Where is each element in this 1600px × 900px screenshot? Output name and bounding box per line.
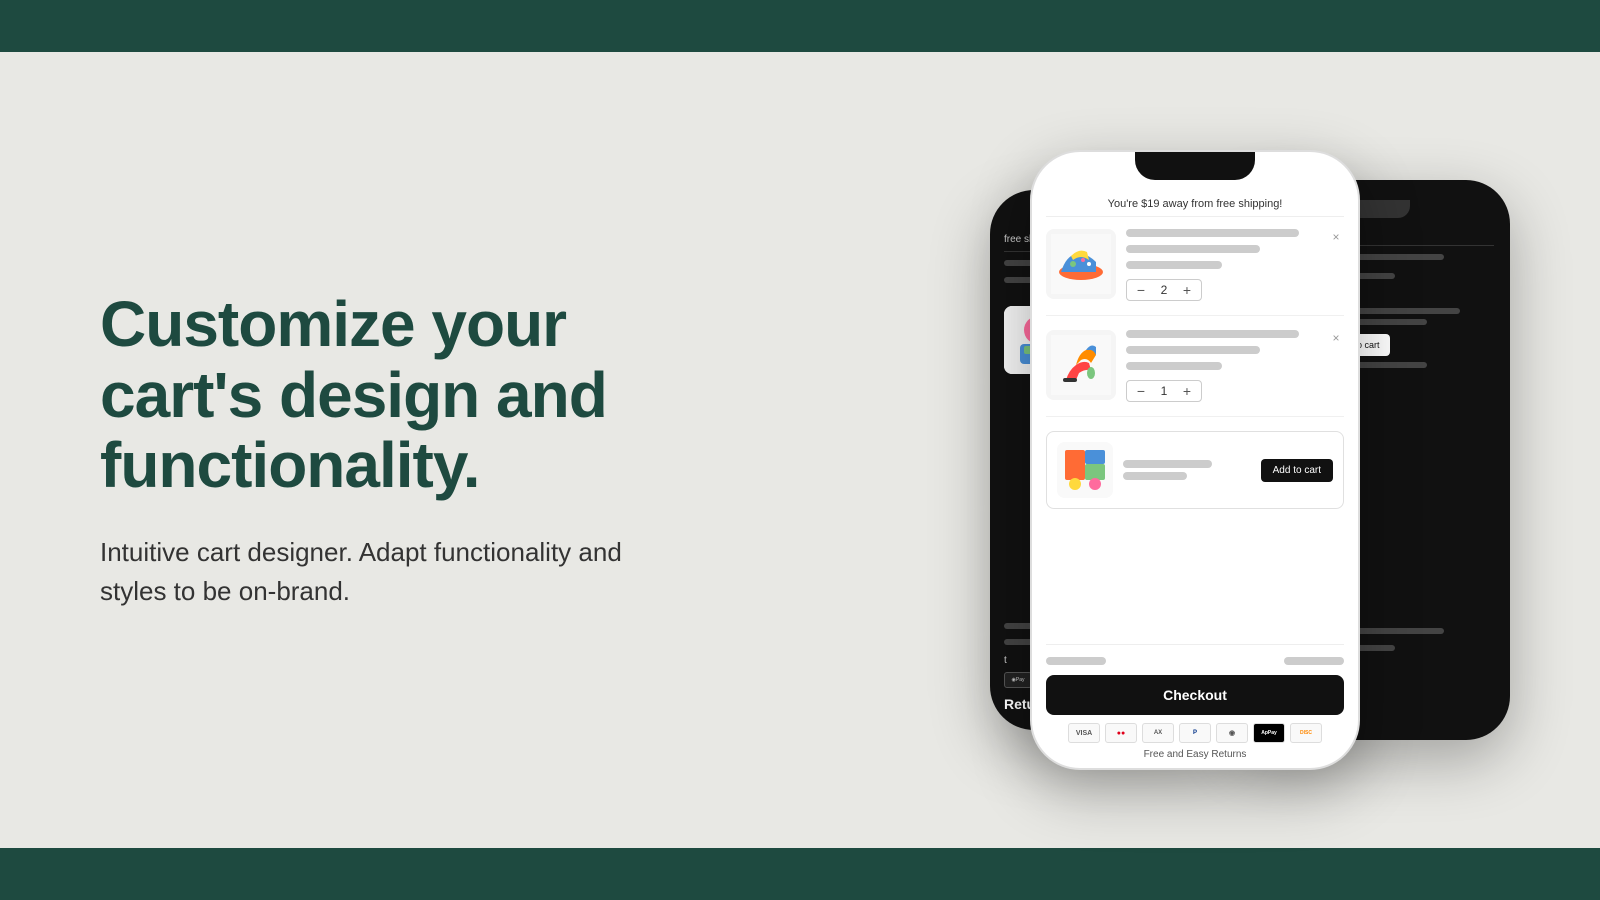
suggestion-item: Add to cart <box>1046 431 1344 509</box>
bottom-bar <box>0 848 1600 900</box>
add-to-cart-front[interactable]: Add to cart <box>1261 459 1333 482</box>
cart-item-2: − 1 + × <box>1046 330 1344 417</box>
headline: Customize your cart's design and functio… <box>100 289 680 500</box>
qty-num-1: 2 <box>1157 283 1171 297</box>
phone-front: You're $19 away from free shipping! <box>1030 150 1360 770</box>
phone-notch-front <box>1135 152 1255 180</box>
qty-plus-2[interactable]: + <box>1179 383 1195 399</box>
shipping-banner: You're $19 away from free shipping! <box>1046 192 1344 217</box>
qty-plus-1[interactable]: + <box>1179 282 1195 298</box>
right-section: free shipping! <box>740 120 1520 780</box>
returns-text-front: Free and Easy Returns <box>1046 749 1344 760</box>
subtext: Intuitive cart designer. Adapt functiona… <box>100 533 680 611</box>
checkout-button[interactable]: Checkout <box>1046 675 1344 715</box>
item-close-1[interactable]: × <box>1328 229 1344 245</box>
qty-num-2: 1 <box>1157 384 1171 398</box>
item-close-2[interactable]: × <box>1328 330 1344 346</box>
cart-item-1: − 2 + × <box>1046 229 1344 316</box>
qty-minus-2[interactable]: − <box>1133 383 1149 399</box>
qty-minus-1[interactable]: − <box>1133 282 1149 298</box>
main-content: Customize your cart's design and functio… <box>0 52 1600 848</box>
top-bar <box>0 0 1600 52</box>
left-section: Customize your cart's design and functio… <box>100 289 680 610</box>
